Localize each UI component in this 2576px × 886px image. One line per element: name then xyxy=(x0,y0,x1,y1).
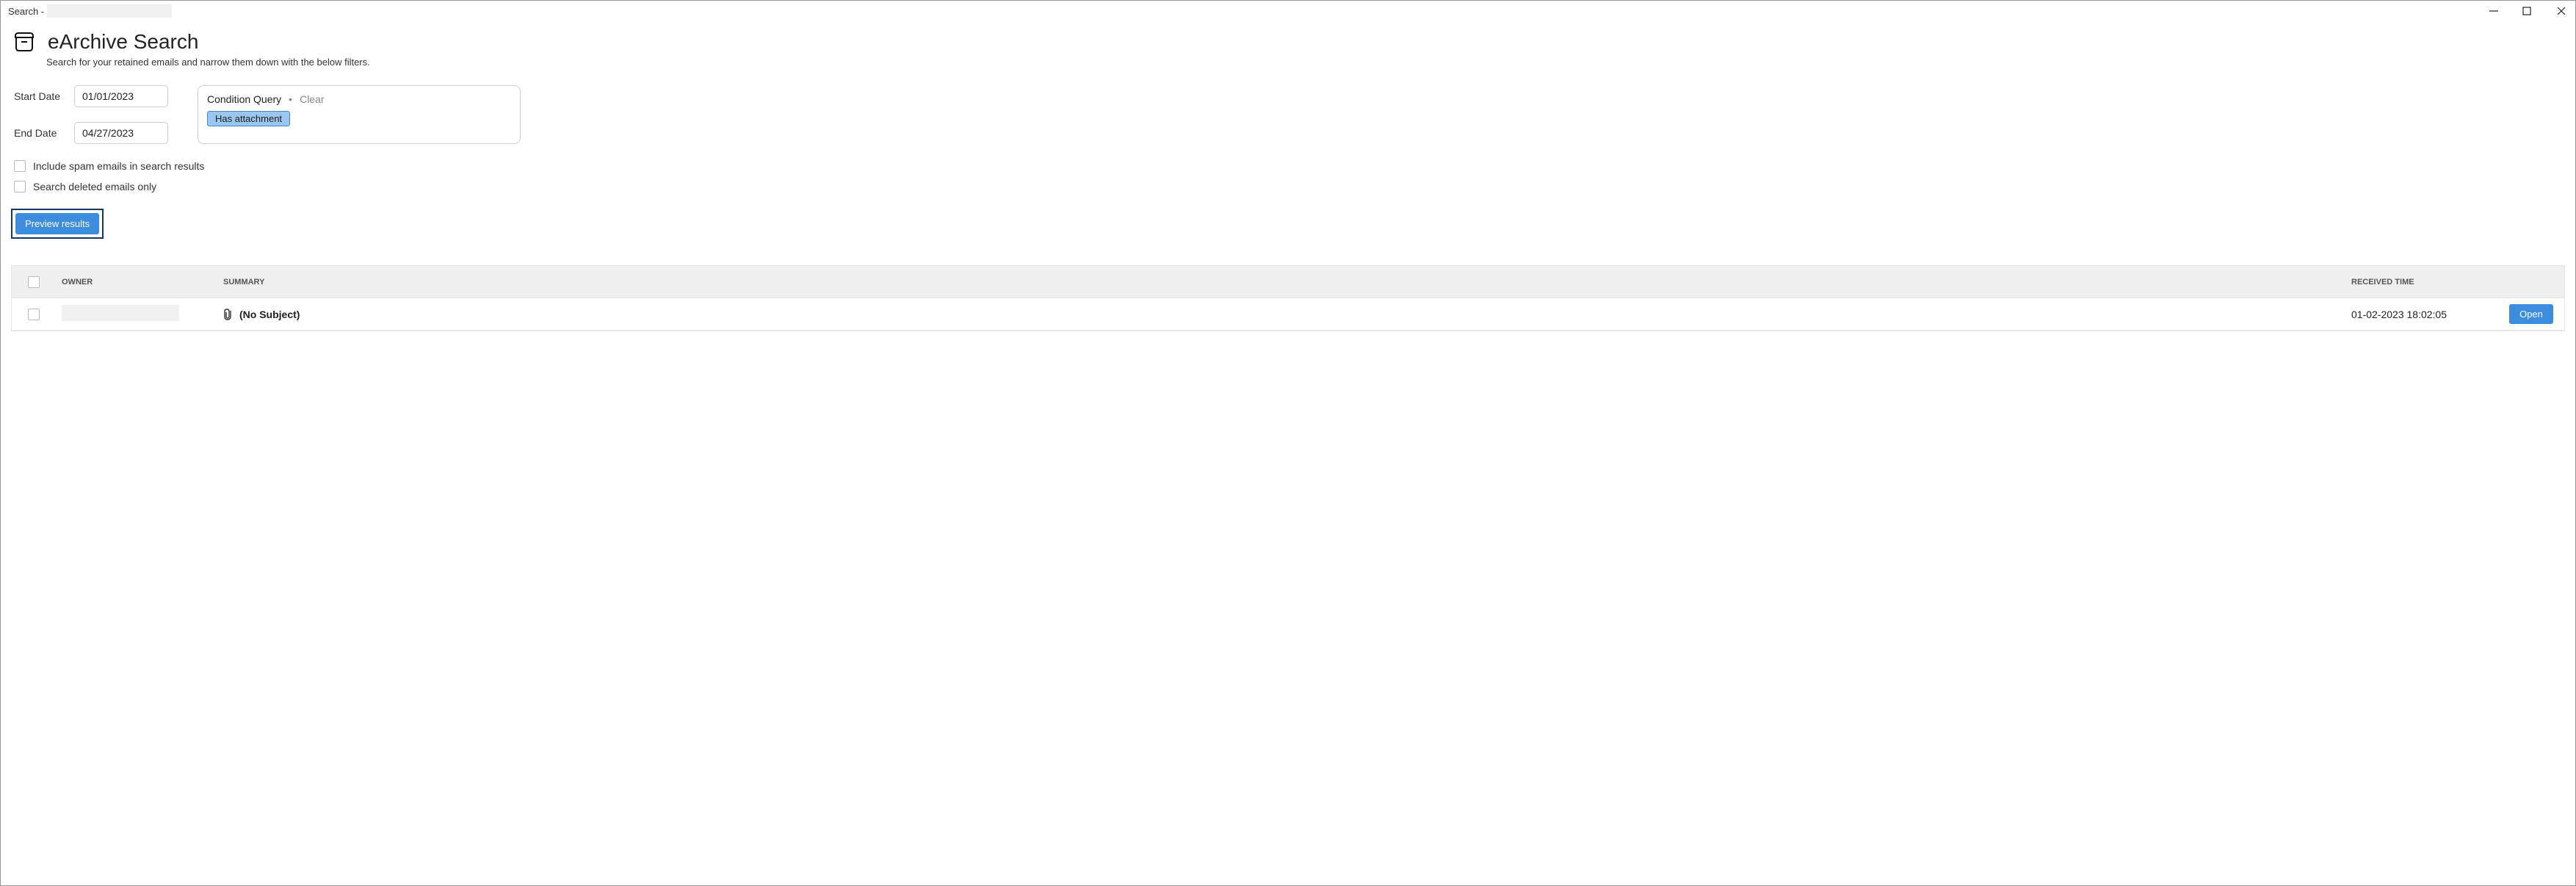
column-header-summary[interactable]: Summary xyxy=(217,278,2351,287)
filter-chip-has-attachment[interactable]: Has attachment xyxy=(207,111,290,126)
titlebar: Search - xyxy=(1,1,2575,21)
column-header-received[interactable]: Received Time xyxy=(2351,278,2498,287)
app-window: Search - eArchive Search xyxy=(0,0,2576,886)
select-all-checkbox[interactable] xyxy=(28,276,40,288)
preview-results-button[interactable]: Preview results xyxy=(15,213,99,234)
page-subtitle: Search for your retained emails and narr… xyxy=(46,57,2565,68)
row-summary: (No Subject) xyxy=(239,309,300,320)
content-area: eArchive Search Search for your retained… xyxy=(1,21,2575,885)
include-spam-checkbox[interactable] xyxy=(14,160,26,172)
attachment-icon xyxy=(223,308,234,321)
row-checkbox[interactable] xyxy=(28,309,40,320)
table-header-row: Owner Summary Received Time xyxy=(12,266,2564,298)
open-button[interactable]: Open xyxy=(2509,304,2553,324)
condition-query-box[interactable]: Condition Query • Clear Has attachment xyxy=(198,85,521,144)
include-spam-label: Include spam emails in search results xyxy=(33,160,204,172)
start-date-input[interactable] xyxy=(74,85,168,107)
owner-redacted xyxy=(62,305,179,321)
window-minimize-button[interactable] xyxy=(2489,6,2502,16)
search-deleted-label: Search deleted emails only xyxy=(33,181,156,192)
clear-link[interactable]: Clear xyxy=(300,93,324,105)
page-title: eArchive Search xyxy=(48,30,198,54)
condition-query-label: Condition Query xyxy=(207,93,281,105)
row-received-time: 01-02-2023 18:02:05 xyxy=(2351,309,2498,320)
window-title-prefix: Search - xyxy=(8,6,44,17)
dot-separator: • xyxy=(289,93,292,105)
window-close-button[interactable] xyxy=(2556,6,2569,16)
end-date-label: End Date xyxy=(14,127,64,139)
table-row: (No Subject) 01-02-2023 18:02:05 Open xyxy=(12,298,2564,331)
column-header-owner[interactable]: Owner xyxy=(56,278,217,287)
archive-icon xyxy=(11,29,37,55)
preview-button-highlight: Preview results xyxy=(11,209,104,239)
end-date-input[interactable] xyxy=(74,122,168,144)
start-date-label: Start Date xyxy=(14,90,64,102)
window-title-redacted xyxy=(47,4,172,18)
results-table: Owner Summary Received Time xyxy=(11,265,2565,331)
search-deleted-checkbox[interactable] xyxy=(14,181,26,192)
window-maximize-button[interactable] xyxy=(2522,7,2536,15)
